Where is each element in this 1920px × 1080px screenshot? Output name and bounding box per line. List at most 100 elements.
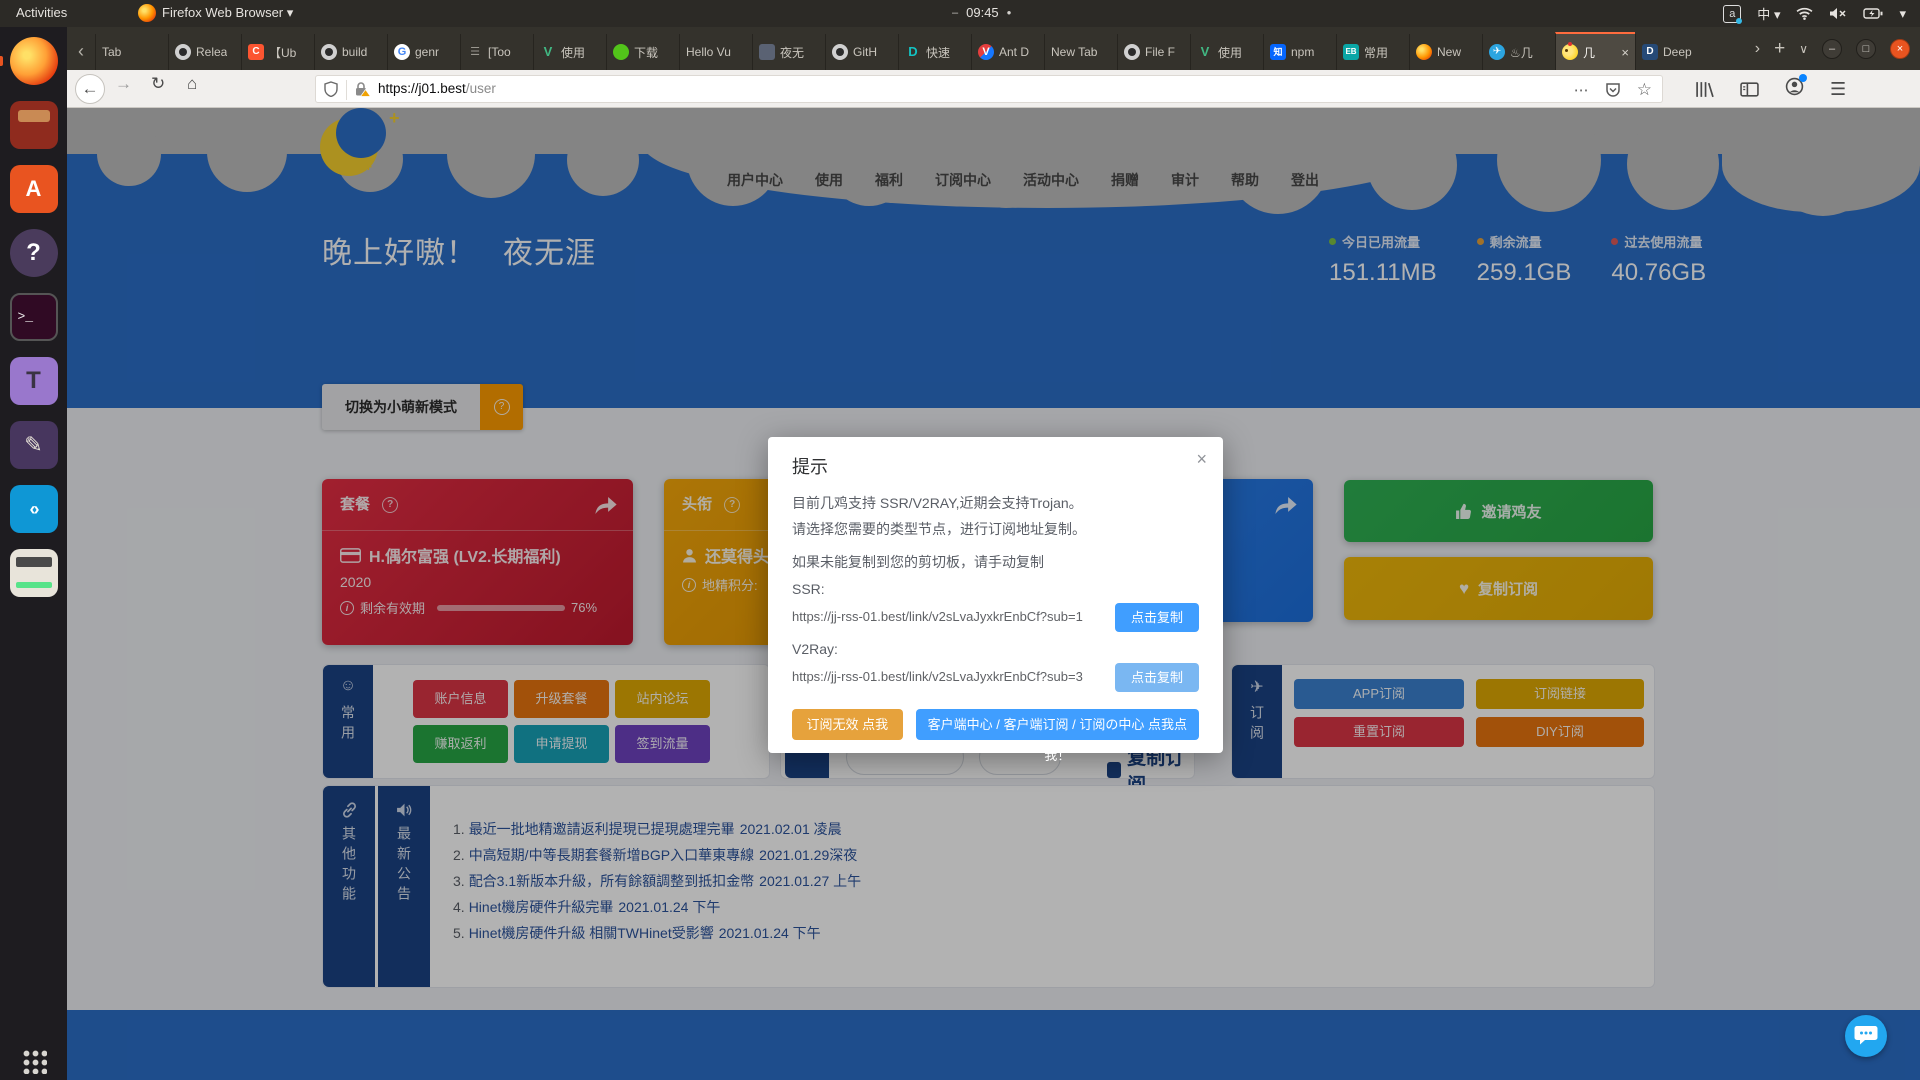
browser-tab[interactable]: D快速 (898, 34, 971, 70)
github-favicon (832, 44, 848, 60)
tracking-shield-icon[interactable] (324, 81, 338, 97)
system-top-bar: Activities Firefox Web Browser ▾ – 09:45… (0, 0, 1920, 27)
volume-muted-icon[interactable] (1829, 7, 1847, 20)
browser-tab[interactable]: V使用 (533, 34, 606, 70)
list-all-tabs-icon[interactable]: ∨ (1799, 42, 1808, 56)
v2ray-link[interactable]: https://jj-rss-01.best/link/v2sLvaJyxkrE… (792, 662, 1122, 692)
dcloud-favicon: D (905, 44, 921, 60)
image-favicon (759, 44, 775, 60)
account-icon[interactable] (1785, 77, 1804, 101)
browser-tab[interactable]: GitH (825, 34, 898, 70)
pocket-icon[interactable] (1605, 82, 1621, 98)
browser-tab[interactable]: ☰[Too (460, 34, 533, 70)
reload-button[interactable]: ↻ (151, 74, 165, 94)
indicator-dash-icon: – (952, 7, 958, 19)
dialog-text: 如果未能复制到您的剪切板，请手动复制 (792, 552, 1199, 572)
copy-v2ray-button[interactable]: 点击复制 (1115, 663, 1199, 692)
dock-scanner-icon[interactable] (10, 549, 58, 597)
browser-tab[interactable]: 夜无 (752, 34, 825, 70)
dialog-text: 请选择您需要的类型节点，进行订阅地址复制。 (792, 519, 1199, 539)
dock-vscode-icon[interactable]: ‹› (10, 485, 58, 533)
notification-dot-icon: ● (1007, 8, 1012, 17)
browser-tab[interactable]: V使用 (1190, 34, 1263, 70)
activities-button[interactable]: Activities (16, 5, 67, 20)
window-minimize-button[interactable]: – (1822, 39, 1842, 59)
eb-favicon: EB (1343, 44, 1359, 60)
back-button[interactable]: ← (75, 74, 105, 104)
browser-tab[interactable]: VAnt D (971, 34, 1044, 70)
forward-button[interactable]: → (115, 74, 132, 94)
menu-icon[interactable]: ☰ (1830, 79, 1846, 100)
close-icon[interactable]: × (1196, 449, 1207, 470)
browser-tab[interactable]: New (1409, 34, 1482, 70)
dock-help-icon[interactable]: ? (10, 229, 58, 277)
chat-bubble-icon (1854, 1025, 1878, 1047)
close-tab-icon[interactable]: × (1621, 45, 1629, 60)
browser-tab[interactable]: C【Ub (241, 34, 314, 70)
copy-ssr-button[interactable]: 点击复制 (1115, 603, 1199, 632)
browser-tab[interactable]: Ggenr (387, 34, 460, 70)
telegram-favicon: ✈ (1489, 44, 1505, 60)
subscription-invalid-button[interactable]: 订阅无效 点我 (792, 709, 903, 740)
dock-show-apps-icon[interactable] (21, 1048, 47, 1074)
dropdown-icon: ▾ (287, 5, 294, 20)
bookmark-star-icon[interactable]: ☆ (1637, 80, 1652, 100)
csdn-favicon: C (248, 44, 264, 60)
library-icon[interactable] (1695, 81, 1714, 98)
window-close-button[interactable]: × (1890, 39, 1910, 59)
dock-tweaks-icon[interactable]: ✎ (10, 421, 58, 469)
browser-tab-active[interactable]: 几× (1555, 32, 1635, 70)
battery-icon[interactable] (1863, 7, 1883, 20)
dock-files-icon[interactable] (10, 101, 58, 149)
home-button[interactable]: ⌂ (187, 74, 197, 94)
client-center-button[interactable]: 客户端中心 / 客户端订阅 / 订阅の中心 点我点我！ (916, 709, 1199, 740)
tray-dropdown-icon[interactable]: ▾ (1899, 6, 1906, 22)
tab-bar-controls: › + ∨ – □ × (1755, 27, 1920, 70)
url-bar-actions: ⋯ ☆ (1574, 76, 1652, 104)
dock-firefox-icon[interactable] (10, 37, 58, 85)
browser-tab-bar: ‹ Tab Relea C【Ub build Ggenr ☰[Too V使用 下… (67, 27, 1920, 70)
google-favicon: G (394, 44, 410, 60)
browser-tab[interactable]: Relea (168, 34, 241, 70)
browser-tab[interactable]: 知npm (1263, 34, 1336, 70)
url-bar[interactable]: https://j01.best/user ⋯ ☆ (315, 75, 1663, 103)
dialog-title: 提示 (792, 453, 1199, 479)
window-maximize-button[interactable]: □ (1856, 39, 1876, 59)
dock-text-editor-icon[interactable]: T (10, 357, 58, 405)
chick-favicon (1562, 44, 1578, 60)
account-notification-dot (1799, 74, 1807, 82)
browser-tab[interactable]: Hello Vu (679, 34, 752, 70)
leaf-favicon (613, 44, 629, 60)
deepl-favicon: D (1642, 44, 1658, 60)
browser-tab[interactable]: build (314, 34, 387, 70)
browser-tab[interactable]: File F (1117, 34, 1190, 70)
firefox-favicon (1416, 44, 1432, 60)
lock-warning-icon[interactable] (354, 81, 371, 98)
scroll-tabs-right-icon[interactable]: › (1755, 40, 1760, 58)
url-text: https://j01.best/user (378, 81, 496, 96)
browser-toolbar: ← → ↻ ⌂ https://j01.best/user ⋯ ☆ ☰ (67, 70, 1920, 108)
page-actions-icon[interactable]: ⋯ (1574, 81, 1589, 99)
app-menu-title[interactable]: Firefox Web Browser ▾ (162, 5, 293, 21)
input-language-menu[interactable]: 中 ▾ (1757, 4, 1780, 23)
vue-favicon: V (1197, 44, 1213, 60)
scroll-tabs-left-icon[interactable]: ‹ (67, 34, 95, 70)
browser-tab[interactable]: New Tab (1044, 34, 1117, 70)
clock[interactable]: – 09:45 ● (952, 5, 1012, 20)
browser-tab[interactable]: ✈♨几 (1482, 34, 1555, 70)
browser-tab[interactable]: Tab (95, 34, 168, 70)
browser-tab[interactable]: 下载 (606, 34, 679, 70)
github-favicon (321, 44, 337, 60)
ssr-link[interactable]: https://jj-rss-01.best/link/v2sLvaJyxkrE… (792, 602, 1122, 632)
browser-tab[interactable]: EB常用 (1336, 34, 1409, 70)
browser-tab[interactable]: DDeep (1635, 34, 1708, 70)
notice-dialog: 提示 × 目前几鸡支持 SSR/V2RAY,近期会支持Trojan。 请选择您需… (768, 437, 1223, 753)
chat-widget-button[interactable] (1845, 1015, 1887, 1057)
dock-software-store-icon[interactable]: A (10, 165, 58, 213)
wifi-icon[interactable] (1796, 7, 1813, 20)
dock-terminal-icon[interactable]: >_ (10, 293, 58, 341)
ssr-label: SSR: (792, 581, 1199, 597)
sidebar-icon[interactable] (1740, 82, 1759, 97)
new-tab-icon[interactable]: + (1774, 38, 1785, 60)
input-method-icon[interactable]: a (1723, 5, 1741, 23)
